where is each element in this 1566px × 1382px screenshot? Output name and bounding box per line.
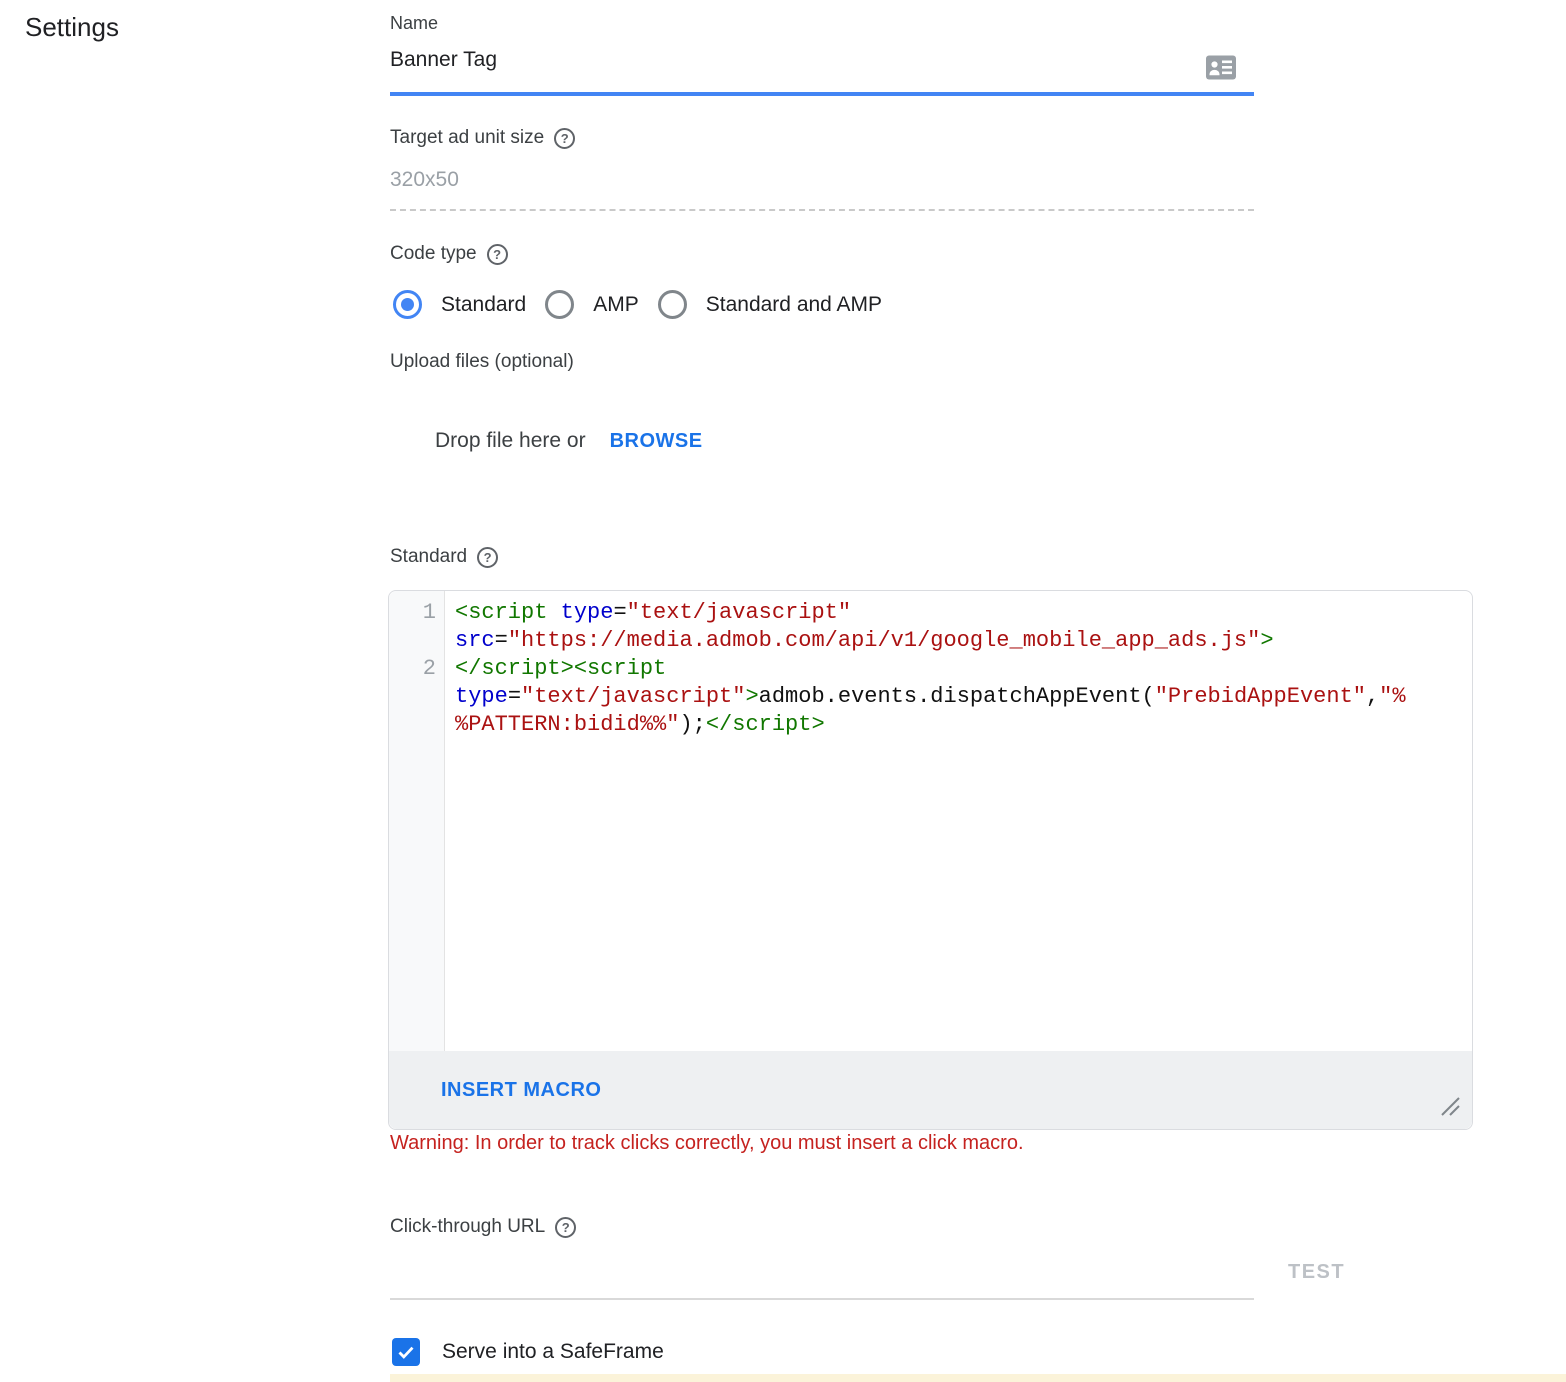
target-ad-unit-size-value: 320x50	[390, 168, 459, 192]
drop-file-text: Drop file here or	[435, 429, 586, 453]
name-field-label: Name	[390, 13, 438, 34]
click-macro-warning: Warning: In order to track clicks correc…	[390, 1132, 1024, 1155]
safeframe-checkbox[interactable]	[392, 1338, 420, 1366]
radio-amp[interactable]	[545, 290, 574, 319]
settings-page: Settings Name Target ad unit size ? 320x…	[0, 0, 1566, 1382]
radio-amp-label[interactable]: AMP	[593, 293, 639, 317]
resize-handle-icon[interactable]	[1438, 1094, 1460, 1121]
radio-standard-and-amp-label[interactable]: Standard and AMP	[706, 293, 882, 317]
notice-bar	[390, 1374, 1566, 1382]
editor-toolbar: INSERT MACRO	[389, 1051, 1472, 1129]
click-through-url-label: Click-through URL	[390, 1216, 545, 1238]
code-line: 1 <script type="text/javascript" src="ht…	[389, 599, 1472, 655]
safeframe-checkbox-label[interactable]: Serve into a SafeFrame	[442, 1340, 664, 1364]
help-icon[interactable]: ?	[487, 244, 508, 265]
standard-code-row: Standard ?	[390, 546, 498, 568]
page-title: Settings	[25, 12, 119, 43]
help-icon[interactable]: ?	[554, 128, 575, 149]
radio-standard-label[interactable]: Standard	[441, 293, 526, 317]
standard-code-label: Standard	[390, 546, 467, 568]
code-line: 2 </script><script type="text/javascript…	[389, 655, 1472, 739]
insert-macro-button[interactable]: INSERT MACRO	[441, 1079, 601, 1102]
browse-button[interactable]: BROWSE	[610, 430, 703, 453]
target-size-dashed-underline	[390, 209, 1254, 211]
target-ad-unit-size-row: Target ad unit size ?	[390, 127, 575, 149]
line-number: 1	[389, 599, 445, 627]
code-editor: 1 <script type="text/javascript" src="ht…	[388, 590, 1473, 1130]
contact-card-icon[interactable]	[1206, 55, 1236, 85]
code-editor-textarea[interactable]: 1 <script type="text/javascript" src="ht…	[389, 591, 1472, 1051]
target-ad-unit-size-label: Target ad unit size	[390, 127, 544, 149]
name-input-underline	[390, 92, 1254, 96]
code-type-label: Code type	[390, 243, 477, 265]
click-through-url-row: Click-through URL ?	[390, 1216, 576, 1238]
code-line-text: </script><script type="text/javascript">…	[455, 655, 1406, 739]
click-through-url-input[interactable]	[390, 1262, 1254, 1300]
code-type-options: Standard AMP Standard and AMP	[393, 290, 882, 319]
code-line-text: <script type="text/javascript" src="http…	[455, 599, 1406, 655]
test-button[interactable]: TEST	[1288, 1261, 1345, 1284]
upload-files-label: Upload files (optional)	[390, 351, 574, 373]
radio-standard-and-amp[interactable]	[658, 290, 687, 319]
help-icon[interactable]: ?	[477, 547, 498, 568]
help-icon[interactable]: ?	[555, 1217, 576, 1238]
radio-standard[interactable]	[393, 290, 422, 319]
name-input[interactable]	[390, 48, 1190, 72]
safeframe-row: Serve into a SafeFrame	[392, 1338, 664, 1366]
code-type-row: Code type ?	[390, 243, 508, 265]
file-drop-zone[interactable]: Drop file here or BROWSE	[435, 429, 703, 453]
line-number: 2	[389, 655, 445, 683]
